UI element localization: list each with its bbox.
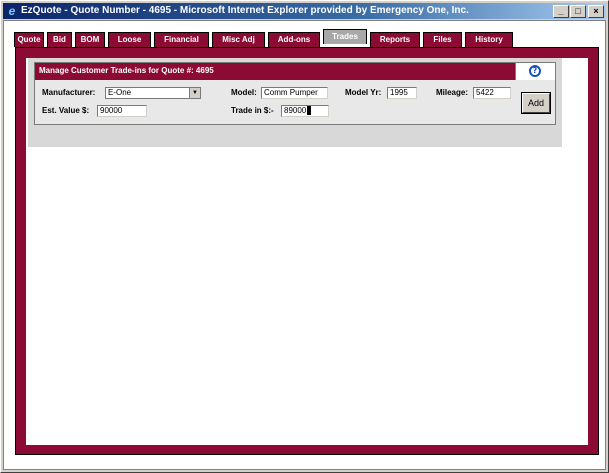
tab-misc-adj[interactable]: Misc Adj	[212, 32, 265, 47]
model-yr-field[interactable]: 1995	[387, 87, 417, 99]
est-value-field[interactable]: 90000	[97, 105, 147, 117]
tab-financial[interactable]: Financial	[154, 32, 209, 47]
trade-in-label: Trade in $:-	[231, 106, 274, 115]
tab-reports[interactable]: Reports	[370, 32, 420, 47]
close-button[interactable]: ×	[588, 5, 604, 18]
manufacturer-label: Manufacturer:	[42, 88, 96, 97]
manufacturer-value: E-One	[108, 88, 132, 97]
tab-trades[interactable]: Trades	[323, 29, 367, 44]
content-frame: Manage Customer Trade-ins for Quote #: 4…	[15, 47, 599, 455]
browser-window: e EzQuote - Quote Number - 4695 - Micros…	[0, 0, 609, 473]
mileage-label: Mileage:	[436, 88, 469, 97]
window-title: EzQuote - Quote Number - 4695 - Microsof…	[21, 5, 469, 16]
trade-in-field[interactable]: 89000	[281, 105, 329, 117]
est-value-label: Est. Value $:	[42, 106, 90, 115]
mileage-field[interactable]: 5422	[473, 87, 511, 99]
page-content: Quote Bid BOM Loose Financial Misc Adj A…	[3, 20, 606, 470]
minimize-button[interactable]: _	[553, 5, 569, 18]
tab-quote[interactable]: Quote	[14, 32, 44, 47]
frame-body: Manage Customer Trade-ins for Quote #: 4…	[26, 58, 588, 445]
model-yr-label: Model Yr:	[345, 88, 382, 97]
tab-bid[interactable]: Bid	[47, 32, 72, 47]
trade-in-panel-wrapper: Manage Customer Trade-ins for Quote #: 4…	[28, 58, 562, 147]
panel-header: Manage Customer Trade-ins for Quote #: 4…	[35, 63, 555, 80]
tab-history[interactable]: History	[465, 32, 513, 47]
manufacturer-select[interactable]: E-One ▼	[105, 87, 201, 99]
add-button[interactable]: Add	[521, 92, 551, 114]
tab-loose[interactable]: Loose	[108, 32, 151, 47]
tab-bom[interactable]: BOM	[75, 32, 105, 47]
tab-files[interactable]: Files	[423, 32, 462, 47]
trade-in-value: 89000	[284, 106, 307, 115]
model-field[interactable]: Comm Pumper	[261, 87, 328, 99]
tab-add-ons[interactable]: Add-ons	[268, 32, 320, 47]
trade-in-panel: Manage Customer Trade-ins for Quote #: 4…	[34, 62, 556, 125]
title-bar[interactable]: e EzQuote - Quote Number - 4695 - Micros…	[3, 3, 606, 19]
model-label: Model:	[231, 88, 257, 97]
ie-icon: e	[8, 4, 16, 18]
help-box[interactable]: ?	[515, 63, 555, 80]
help-icon[interactable]: ?	[529, 65, 541, 77]
chevron-down-icon[interactable]: ▼	[189, 88, 200, 98]
maximize-button[interactable]: □	[570, 5, 586, 18]
text-cursor	[307, 106, 312, 116]
